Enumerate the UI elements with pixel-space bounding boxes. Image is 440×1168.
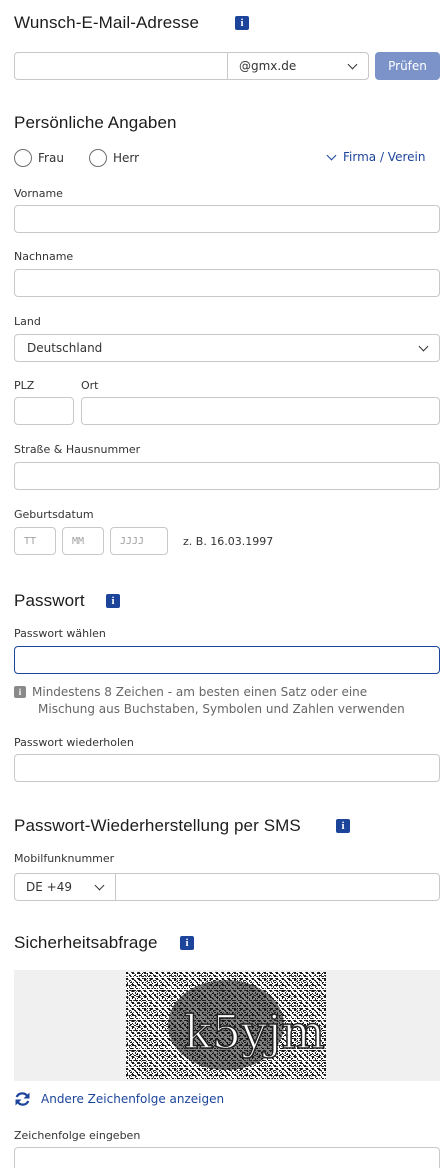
password-repeat-label: Passwort wiederholen: [14, 736, 134, 749]
info-icon[interactable]: i: [180, 936, 194, 950]
password-section-title: Passwort: [14, 591, 85, 610]
lastname-input[interactable]: [14, 269, 440, 297]
captcha-text: k5yjm: [184, 1005, 325, 1059]
captcha-refresh-link[interactable]: Andere Zeichenfolge anzeigen: [14, 1091, 224, 1107]
email-domain-select[interactable]: @gmx.de: [227, 52, 369, 80]
company-link-label: Firma / Verein: [343, 150, 426, 164]
radio-herr[interactable]: [89, 149, 107, 167]
captcha-panel: k5yjm: [14, 970, 440, 1081]
birthdate-example: z. B. 16.03.1997: [183, 535, 274, 548]
chevron-down-icon: [94, 880, 105, 891]
firstname-input[interactable]: [14, 205, 440, 233]
refresh-icon: [15, 1092, 30, 1106]
password-input[interactable]: [14, 646, 440, 674]
mobile-label: Mobilfunknummer: [14, 852, 115, 865]
firstname-label: Vorname: [14, 187, 63, 200]
sms-section-title: Passwort-Wiederherstellung per SMS: [14, 816, 301, 835]
street-input[interactable]: [14, 462, 440, 490]
personal-section-title: Persönliche Angaben: [14, 113, 177, 132]
password-repeat-input[interactable]: [14, 754, 440, 782]
password-hint: Mindestens 8 Zeichen - am besten einen S…: [32, 684, 440, 718]
country-label: Land: [14, 315, 41, 328]
domain-select-value: @gmx.de: [239, 59, 297, 73]
password-choose-label: Passwort wählen: [14, 627, 106, 640]
country-select-value: Deutschland: [27, 341, 103, 355]
password-hint-line1: Mindestens 8 Zeichen - am besten einen S…: [32, 685, 368, 699]
city-label: Ort: [81, 379, 99, 392]
day-placeholder: TT: [24, 536, 37, 547]
salutation-herr[interactable]: Herr: [89, 149, 139, 167]
hint-info-icon: i: [14, 686, 26, 698]
radio-frau[interactable]: [14, 149, 32, 167]
chevron-down-icon: [326, 150, 337, 160]
info-icon[interactable]: i: [336, 819, 350, 833]
info-icon[interactable]: i: [106, 594, 120, 608]
mobile-number-input[interactable]: [115, 873, 440, 901]
company-toggle-link[interactable]: Firma / Verein: [326, 150, 426, 164]
year-placeholder: JJJJ: [120, 536, 145, 547]
email-username-input[interactable]: [14, 52, 228, 80]
birthdate-year-input[interactable]: JJJJ: [110, 527, 168, 555]
city-input[interactable]: [81, 397, 440, 425]
chevron-down-icon: [418, 341, 429, 352]
salutation-frau[interactable]: Frau: [14, 149, 64, 167]
chevron-down-icon: [347, 59, 358, 70]
street-label: Straße & Hausnummer: [14, 443, 141, 456]
captcha-section-title: Sicherheitsabfrage: [14, 933, 158, 952]
check-button[interactable]: Prüfen: [375, 52, 440, 80]
zip-input[interactable]: [14, 397, 74, 425]
captcha-input[interactable]: [14, 1147, 440, 1168]
country-code-value: DE +49: [26, 880, 72, 894]
birthdate-label: Geburtsdatum: [14, 508, 94, 521]
zip-label: PLZ: [14, 379, 35, 392]
info-icon[interactable]: i: [235, 16, 249, 30]
month-placeholder: MM: [72, 536, 85, 547]
radio-frau-label: Frau: [38, 151, 64, 165]
country-select[interactable]: Deutschland: [14, 334, 440, 362]
birthdate-month-input[interactable]: MM: [62, 527, 104, 555]
email-section-title: Wunsch-E-Mail-Adresse: [14, 13, 200, 32]
country-code-select[interactable]: DE +49: [14, 873, 116, 901]
captcha-refresh-label: Andere Zeichenfolge anzeigen: [41, 1092, 225, 1106]
lastname-label: Nachname: [14, 250, 74, 263]
birthdate-day-input[interactable]: TT: [14, 527, 56, 555]
radio-herr-label: Herr: [113, 151, 140, 165]
captcha-image: k5yjm: [126, 972, 326, 1079]
captcha-input-label: Zeichenfolge eingeben: [14, 1129, 141, 1142]
password-hint-line2: Mischung aus Buchstaben, Symbolen und Za…: [38, 702, 405, 716]
